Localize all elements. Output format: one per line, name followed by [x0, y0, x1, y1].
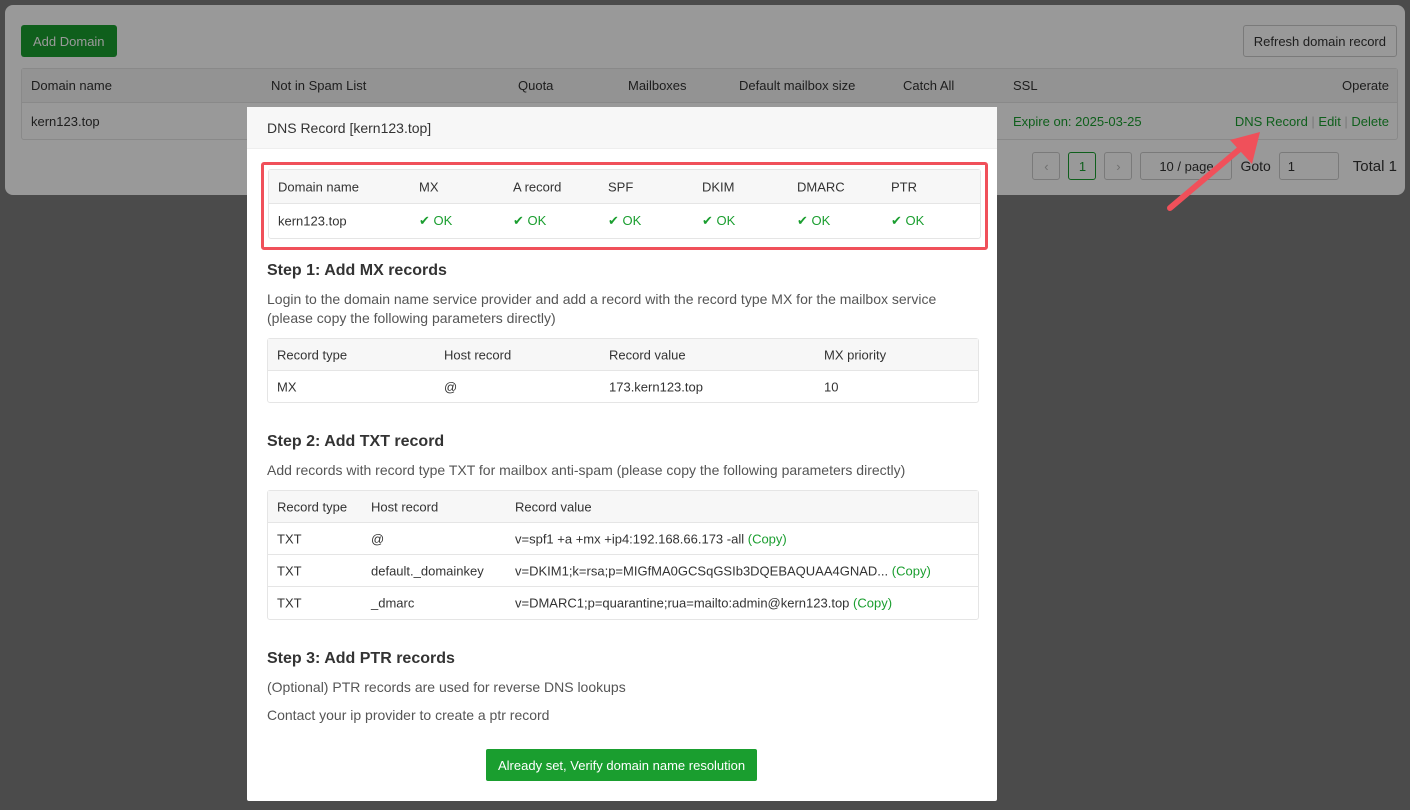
record-value: v=DKIM1;k=rsa;p=MIGfMA0GCSqGSIb3DQEBAQUA… — [515, 563, 931, 578]
table-header: Record type Host record Record value — [268, 491, 978, 523]
col-mx-priority: MX priority — [824, 347, 887, 362]
dns-status-highlight: Domain name MX A record SPF DKIM DMARC P… — [261, 162, 988, 250]
table-header: Record type Host record Record value MX … — [268, 339, 978, 371]
modal-title: DNS Record [kern123.top] — [247, 107, 997, 149]
col-record-value: Record value — [515, 499, 592, 514]
host-record: @ — [444, 379, 458, 395]
mx-table: Record type Host record Record value MX … — [267, 338, 979, 403]
step2-section: Step 2: Add TXT record Add records with … — [267, 433, 979, 620]
ptr-status: ✔ OK — [891, 213, 925, 228]
dmarc-status: ✔ OK — [797, 213, 831, 228]
step2-title: Step 2: Add TXT record — [267, 433, 445, 450]
step3-title: Step 3: Add PTR records — [267, 650, 455, 667]
dkim-status: ✔ OK — [702, 213, 736, 228]
record-type: TXT — [277, 531, 302, 546]
col-ptr: PTR — [891, 179, 917, 194]
mx-status: ✔ OK — [419, 213, 453, 228]
col-domain: Domain name — [278, 179, 359, 194]
host-record: _dmarc — [371, 595, 415, 611]
record-type: MX — [277, 379, 297, 395]
col-dmarc: DMARC — [797, 179, 845, 194]
col-host-record: Host record — [371, 499, 439, 514]
spf-status: ✔ OK — [608, 213, 642, 228]
table-row: TXT @ v=spf1 +a +mx +ip4:192.168.66.173 … — [268, 523, 978, 555]
record-value: 173.kern123.top — [609, 379, 703, 395]
record-value: v=DMARC1;p=quarantine;rua=mailto:admin@k… — [515, 595, 893, 611]
step3-section: Step 3: Add PTR records (Optional) PTR r… — [267, 650, 979, 725]
step1-desc: Login to the domain name service provide… — [267, 291, 937, 326]
step1-title: Step 1: Add MX records — [267, 262, 447, 279]
host-record: @ — [371, 531, 385, 546]
host-record: default._domainkey — [371, 563, 484, 578]
step1-section: Step 1: Add MX records Login to the doma… — [267, 262, 979, 403]
table-row: TXT default._domainkey v=DKIM1;k=rsa;p=M… — [268, 555, 978, 587]
dns-record-modal: DNS Record [kern123.top] Domain name MX … — [247, 107, 997, 801]
copy-dkim-link[interactable]: (Copy) — [892, 563, 931, 578]
table-row: kern123.top ✔ OK ✔ OK ✔ OK ✔ OK ✔ OK ✔ O… — [269, 204, 980, 238]
col-record-value: Record value — [609, 347, 686, 362]
a-status: ✔ OK — [513, 213, 547, 228]
record-type: TXT — [277, 595, 302, 611]
table-row: MX @ 173.kern123.top 10 — [268, 371, 978, 403]
record-type: TXT — [277, 563, 302, 578]
record-value: v=spf1 +a +mx +ip4:192.168.66.173 -all (… — [515, 531, 787, 546]
step3-line2: Contact your ip provider to create a ptr… — [267, 707, 550, 723]
col-host-record: Host record — [444, 347, 512, 362]
col-dkim: DKIM — [702, 179, 735, 194]
mx-priority: 10 — [824, 379, 839, 395]
txt-table: Record type Host record Record value TXT… — [267, 490, 979, 620]
step3-line1: (Optional) PTR records are used for reve… — [267, 679, 626, 695]
status-domain: kern123.top — [278, 213, 347, 229]
verify-domain-button[interactable]: Already set, Verify domain name resoluti… — [486, 749, 758, 781]
copy-dmarc-link[interactable]: (Copy) — [853, 596, 892, 611]
col-record-type: Record type — [277, 499, 348, 514]
col-mx: MX — [419, 179, 439, 194]
copy-spf-link[interactable]: (Copy) — [748, 531, 787, 546]
col-record-type: Record type — [277, 347, 348, 362]
col-a: A record — [513, 179, 562, 194]
step2-desc: Add records with record type TXT for mai… — [267, 462, 906, 478]
col-spf: SPF — [608, 179, 634, 194]
table-header: Domain name MX A record SPF DKIM DMARC P… — [269, 170, 980, 204]
dns-status-table: Domain name MX A record SPF DKIM DMARC P… — [268, 169, 981, 239]
annotation-arrow-icon — [1167, 132, 1260, 211]
table-row: TXT _dmarc v=DMARC1;p=quarantine;rua=mai… — [268, 587, 978, 619]
